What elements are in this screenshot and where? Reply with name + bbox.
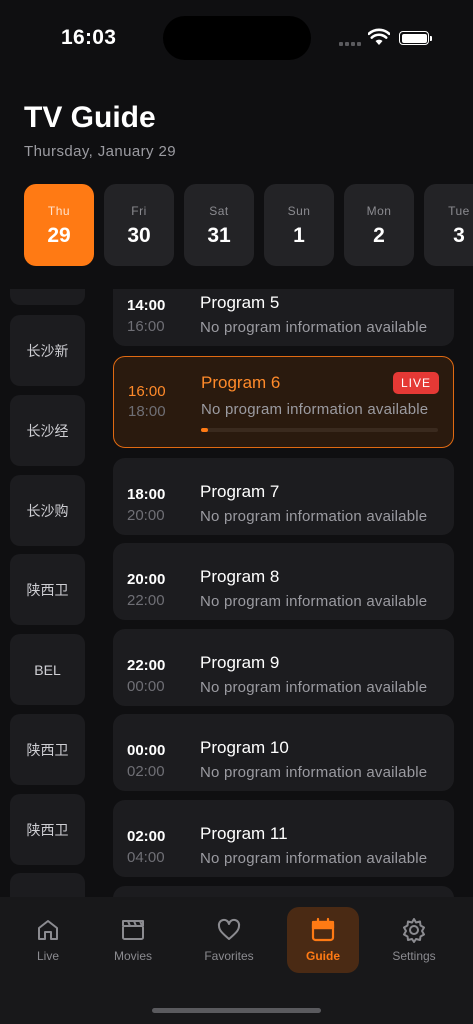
tab-live[interactable]: Live: [12, 907, 84, 973]
day-selector: Thu 29 Fri 30 Sat 31 Sun 1 Mon 2 Tue 3: [24, 184, 473, 266]
tab-label: Movies: [113, 949, 152, 963]
channel-item[interactable]: 陕西卫: [10, 554, 85, 625]
tab-bar: Live Movies Favorites Guide Settings: [0, 897, 473, 1024]
day-number: 3: [453, 224, 465, 247]
program-title: Program 11: [200, 824, 288, 843]
heart-icon: [216, 917, 242, 943]
program-card[interactable]: 00:00 02:00 Program 10 No program inform…: [113, 714, 454, 791]
program-end-time: 18:00: [128, 403, 166, 420]
signal-icon: [339, 42, 361, 46]
dynamic-island: [163, 16, 311, 60]
program-start-time: 22:00: [127, 657, 166, 674]
program-title: Program 8: [200, 567, 280, 586]
day-fri[interactable]: Fri 30: [104, 184, 174, 266]
channel-item[interactable]: [10, 873, 85, 897]
day-name: Mon: [366, 204, 392, 218]
day-number: 31: [207, 224, 231, 247]
tab-guide[interactable]: Guide: [287, 907, 359, 973]
program-title: Program 6: [201, 373, 281, 392]
program-end-time: 22:00: [127, 592, 165, 609]
page-date: Thursday, January 29: [24, 143, 176, 160]
program-card[interactable]: 20:00 22:00 Program 8 No program informa…: [113, 543, 454, 620]
tab-label: Settings: [392, 949, 436, 963]
program-title: Program 10: [200, 738, 289, 757]
tab-label: Favorites: [204, 949, 254, 963]
channel-item[interactable]: 长沙新: [10, 315, 85, 386]
program-description: No program information available: [200, 593, 428, 610]
tab-movies[interactable]: Movies: [97, 907, 169, 973]
program-end-time: 04:00: [127, 849, 165, 866]
page-title: TV Guide: [24, 101, 156, 134]
program-card[interactable]: [113, 886, 454, 897]
program-description: No program information available: [200, 508, 428, 525]
day-name: Sat: [209, 204, 229, 218]
program-progress: [201, 428, 438, 432]
calendar-icon: [310, 917, 336, 943]
day-name: Thu: [47, 204, 71, 218]
channel-item[interactable]: 长沙经: [10, 395, 85, 466]
day-tue[interactable]: Tue 3: [424, 184, 473, 266]
program-title: Program 7: [200, 482, 280, 501]
day-mon[interactable]: Mon 2: [344, 184, 414, 266]
program-start-time: 02:00: [127, 828, 166, 845]
channel-item[interactable]: [10, 289, 85, 305]
program-end-time: 20:00: [127, 507, 165, 524]
day-number: 2: [373, 224, 385, 247]
program-card[interactable]: 02:00 04:00 Program 11 No program inform…: [113, 800, 454, 877]
program-description: No program information available: [200, 319, 428, 336]
program-start-time: 00:00: [127, 742, 166, 759]
day-name: Sun: [287, 204, 311, 218]
tab-settings[interactable]: Settings: [378, 907, 450, 973]
status-bar: 16:03: [0, 0, 473, 76]
program-description: No program information available: [200, 850, 428, 867]
tab-favorites[interactable]: Favorites: [193, 907, 265, 973]
program-list: 14:00 16:00 Program 5 No program informa…: [113, 289, 454, 897]
day-name: Tue: [448, 204, 470, 218]
program-start-time: 18:00: [127, 486, 166, 503]
program-end-time: 00:00: [127, 678, 165, 695]
program-description: No program information available: [200, 679, 428, 696]
program-card[interactable]: 22:00 00:00 Program 9 No program informa…: [113, 629, 454, 706]
channel-item[interactable]: 陕西卫: [10, 714, 85, 785]
channel-item[interactable]: BEL: [10, 634, 85, 705]
channel-list: 长沙新 长沙经 长沙购 陕西卫 BEL 陕西卫 陕西卫: [10, 289, 85, 897]
day-number: 1: [293, 224, 305, 247]
day-thu[interactable]: Thu 29: [24, 184, 94, 266]
program-card[interactable]: 18:00 20:00 Program 7 No program informa…: [113, 458, 454, 535]
program-start-time: 20:00: [127, 571, 166, 588]
program-title: Program 5: [200, 293, 280, 312]
day-sat[interactable]: Sat 31: [184, 184, 254, 266]
channel-item[interactable]: 陕西卫: [10, 794, 85, 865]
clapperboard-icon: [120, 917, 146, 943]
program-start-time: 16:00: [128, 383, 166, 400]
live-badge: LIVE: [392, 372, 439, 394]
program-description: No program information available: [200, 764, 428, 781]
program-title: Program 9: [200, 653, 280, 672]
day-sun[interactable]: Sun 1: [264, 184, 334, 266]
program-end-time: 16:00: [127, 318, 165, 335]
program-card-live[interactable]: 16:00 18:00 Program 6 No program informa…: [113, 356, 454, 448]
wifi-icon: [368, 28, 390, 45]
status-time: 16:03: [61, 26, 117, 49]
gear-icon: [401, 917, 427, 943]
program-description: No program information available: [201, 401, 429, 418]
day-name: Fri: [131, 204, 147, 218]
day-number: 29: [47, 224, 71, 247]
home-indicator: [152, 1008, 321, 1013]
program-start-time: 14:00: [127, 297, 166, 314]
tab-label: Guide: [305, 949, 340, 963]
tab-label: Live: [36, 949, 59, 963]
program-card[interactable]: 14:00 16:00 Program 5 No program informa…: [113, 289, 454, 346]
channel-item[interactable]: 长沙购: [10, 475, 85, 546]
battery-icon: [399, 31, 432, 45]
home-icon: [35, 917, 61, 943]
program-end-time: 02:00: [127, 763, 165, 780]
day-number: 30: [127, 224, 151, 247]
